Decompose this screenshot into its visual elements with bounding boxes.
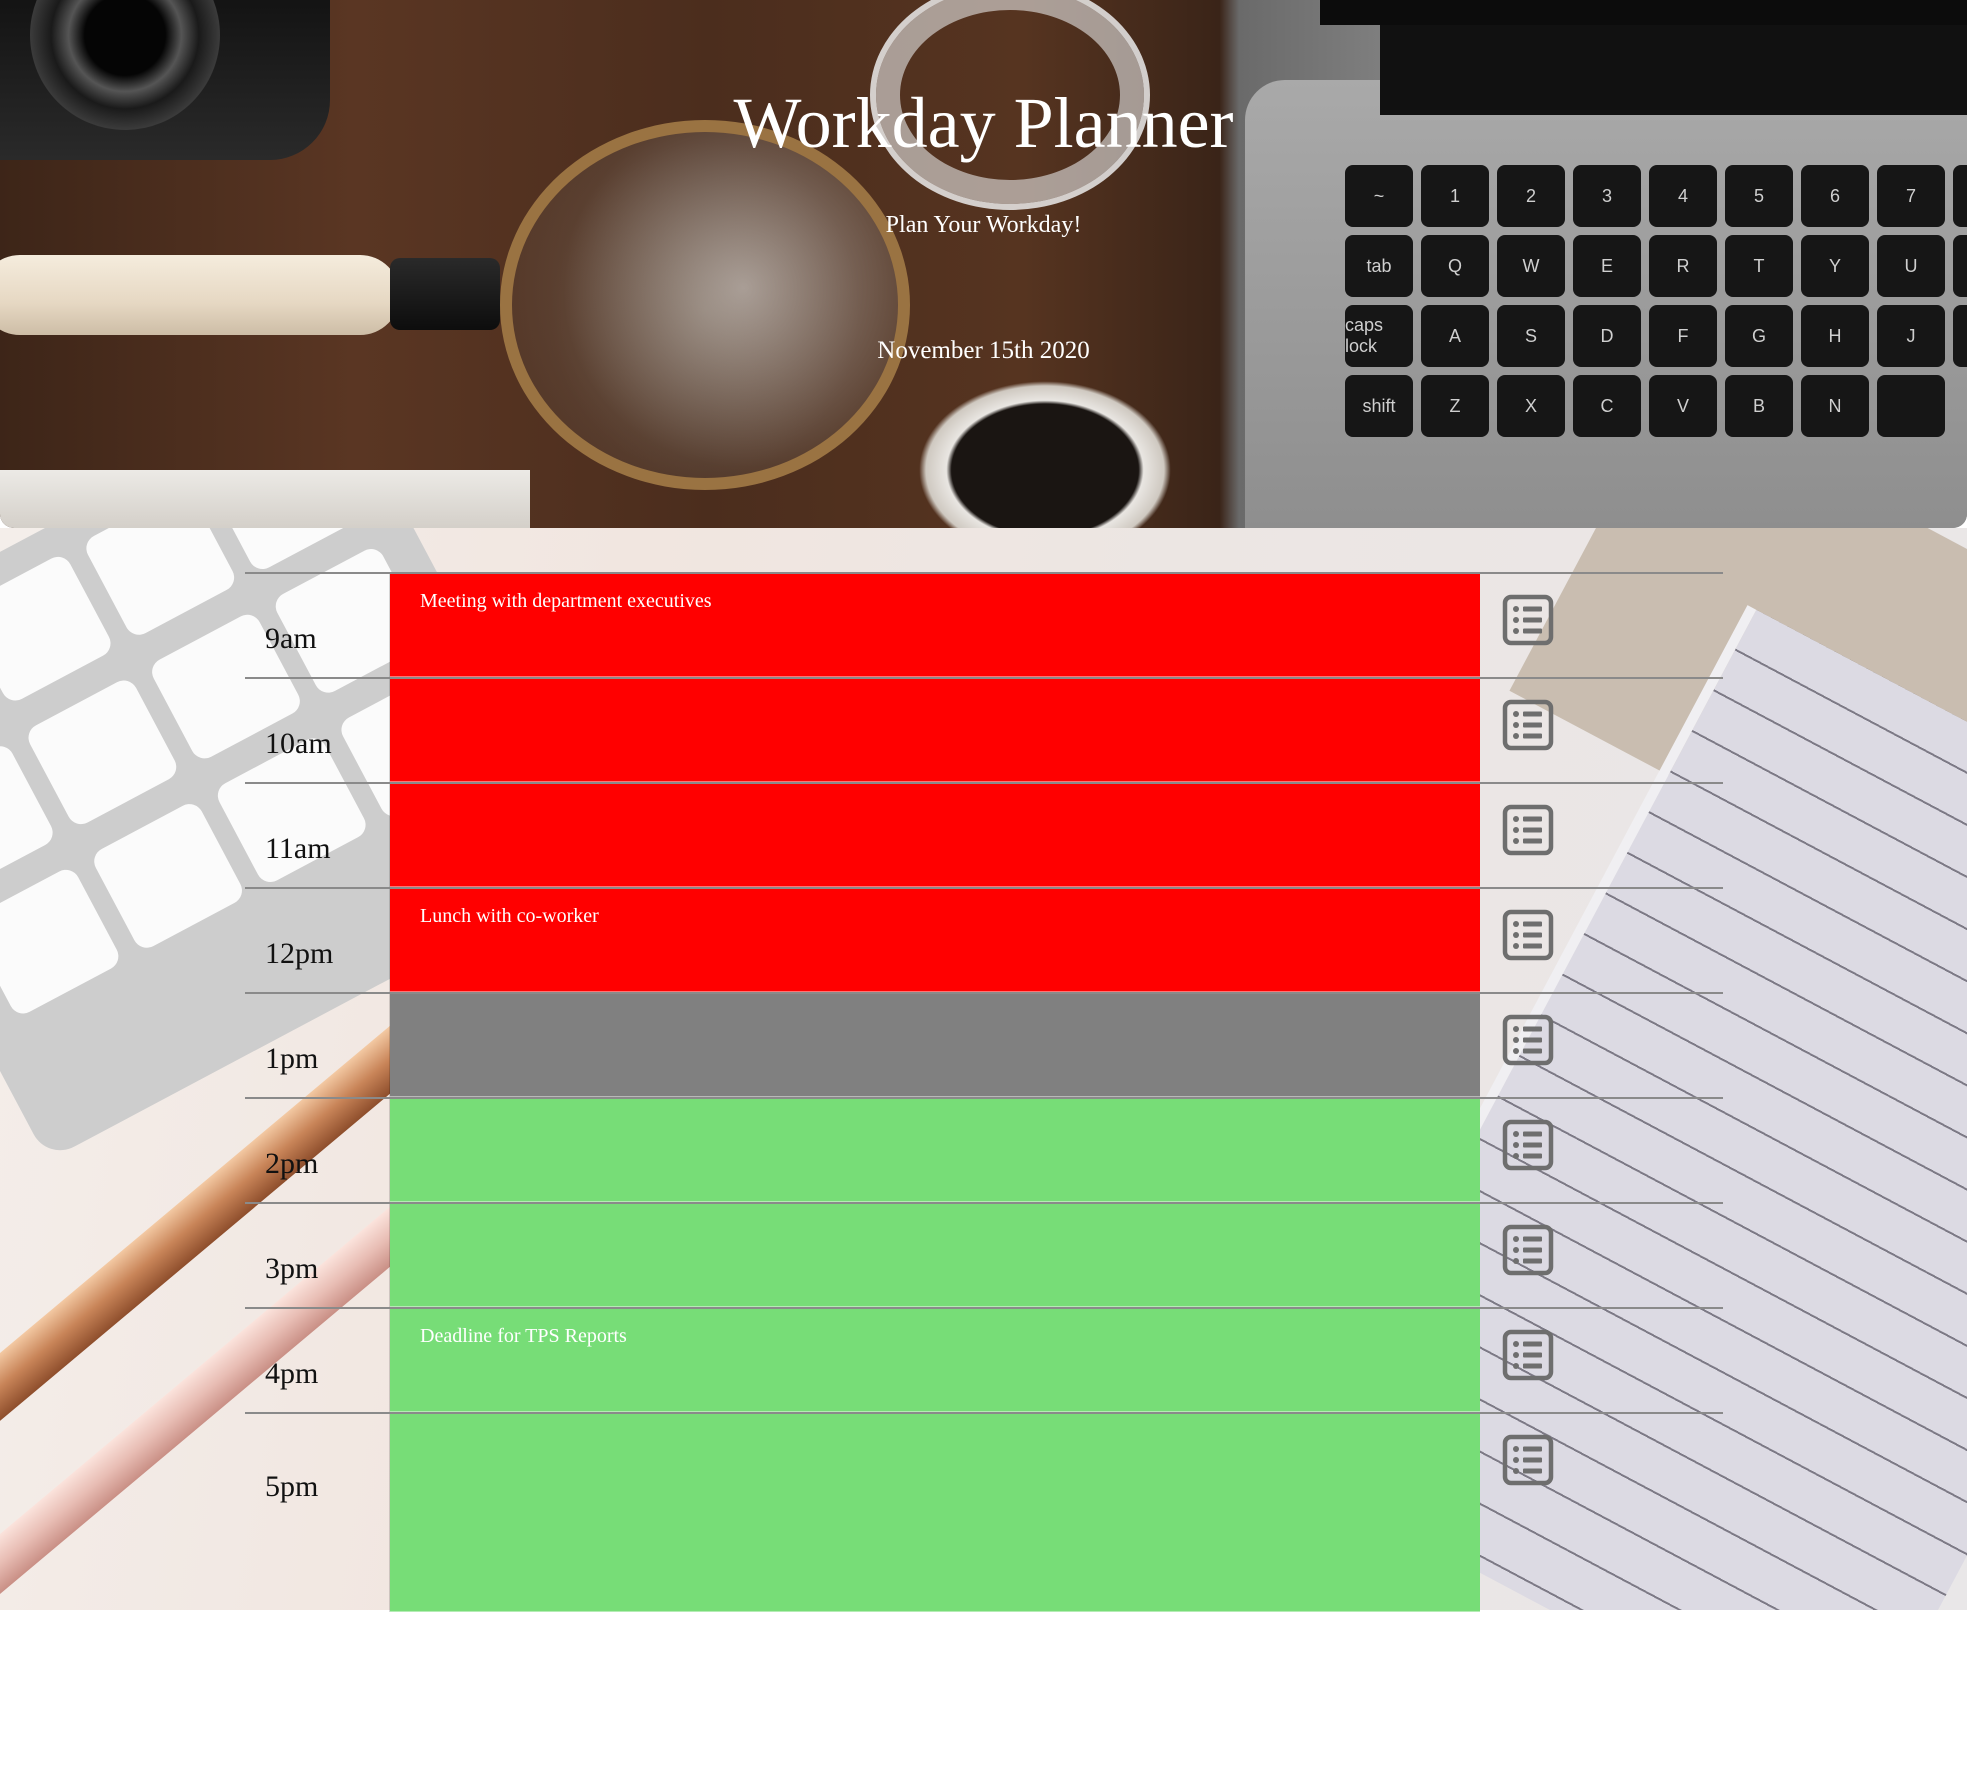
- laptop-screen-image: [1320, 0, 1967, 25]
- laptop-key: X: [1497, 375, 1565, 437]
- hour-label: 10am: [245, 679, 390, 782]
- hour-label: 12pm: [245, 889, 390, 992]
- time-block-row: 9am Meeting with department executives: [245, 572, 1723, 677]
- list-icon[interactable]: [1502, 1014, 1554, 1066]
- hour-label: 1pm: [245, 994, 390, 1097]
- laptop-key: U: [1877, 235, 1945, 297]
- time-block-list: 9am Meeting with department executives 10…: [245, 572, 1723, 1612]
- save-button[interactable]: [1480, 1099, 1723, 1202]
- event-description-input[interactable]: [390, 1414, 1480, 1612]
- notebook-image: [0, 470, 530, 528]
- laptop-key: tab: [1345, 235, 1413, 297]
- event-description-input[interactable]: Deadline for TPS Reports: [390, 1309, 1480, 1412]
- time-block-row: 12pm Lunch with co-worker: [245, 887, 1723, 992]
- hour-label: 3pm: [245, 1204, 390, 1307]
- list-icon[interactable]: [1502, 804, 1554, 856]
- laptop-key: N: [1801, 375, 1869, 437]
- laptop-key: B: [1725, 375, 1793, 437]
- save-button[interactable]: [1480, 1204, 1723, 1307]
- laptop-key: [1877, 375, 1945, 437]
- list-icon[interactable]: [1502, 594, 1554, 646]
- save-button[interactable]: [1480, 1309, 1723, 1412]
- event-description-input[interactable]: Meeting with department executives: [390, 574, 1480, 677]
- list-icon[interactable]: [1502, 1434, 1554, 1486]
- list-icon[interactable]: [1502, 1224, 1554, 1276]
- hour-label: 9am: [245, 574, 390, 677]
- list-icon[interactable]: [1502, 1329, 1554, 1381]
- list-icon[interactable]: [1502, 909, 1554, 961]
- laptop-key: T: [1725, 235, 1793, 297]
- save-button[interactable]: [1480, 889, 1723, 992]
- event-description-input[interactable]: [390, 1204, 1480, 1307]
- time-block-row: 2pm: [245, 1097, 1723, 1202]
- laptop-key: [1953, 235, 1967, 297]
- page-subtitle: Plan Your Workday!: [885, 212, 1082, 238]
- time-block-row: 1pm: [245, 992, 1723, 1097]
- hour-label: 5pm: [245, 1414, 390, 1612]
- save-button[interactable]: [1480, 679, 1723, 782]
- save-button[interactable]: [1480, 574, 1723, 677]
- time-block-row: 10am: [245, 677, 1723, 782]
- event-description-input[interactable]: [390, 784, 1480, 887]
- laptop-key: Z: [1421, 375, 1489, 437]
- save-button[interactable]: [1480, 994, 1723, 1097]
- laptop-key: R: [1649, 235, 1717, 297]
- laptop-keyboard-image: ~1 2 3 4 5 6 7 tab Q W E R T Y Ucaps lock A S D F G H Jshift Z…: [1345, 165, 1967, 437]
- laptop-key: Y: [1801, 235, 1869, 297]
- laptop-key: W: [1497, 235, 1565, 297]
- event-description-input[interactable]: Lunch with co-worker: [390, 889, 1480, 992]
- save-button[interactable]: [1480, 1414, 1723, 1612]
- laptop-key: V: [1649, 375, 1717, 437]
- hour-label: 2pm: [245, 1099, 390, 1202]
- jumbotron-header: ~1 2 3 4 5 6 7 tab Q W E R T Y Ucaps lock A S D F G H Jshift Z…: [0, 0, 1967, 528]
- event-description-input[interactable]: [390, 679, 1480, 782]
- event-description-input[interactable]: [390, 994, 1480, 1097]
- save-button[interactable]: [1480, 784, 1723, 887]
- page-title: Workday Planner: [733, 83, 1234, 163]
- laptop-key: E: [1573, 235, 1641, 297]
- time-block-row: 11am: [245, 782, 1723, 887]
- magnifier-collar-image: [390, 258, 500, 330]
- hour-label: 11am: [245, 784, 390, 887]
- hour-label: 4pm: [245, 1309, 390, 1412]
- laptop-key: shift: [1345, 375, 1413, 437]
- list-icon[interactable]: [1502, 699, 1554, 751]
- current-date: November 15th 2020: [877, 337, 1090, 364]
- magnifier-handle-image: [0, 255, 400, 335]
- laptop-key: C: [1573, 375, 1641, 437]
- time-block-row: 5pm: [245, 1412, 1723, 1612]
- time-block-row: 3pm: [245, 1202, 1723, 1307]
- laptop-key: Q: [1421, 235, 1489, 297]
- time-block-row: 4pm Deadline for TPS Reports: [245, 1307, 1723, 1412]
- magnifying-glass-image: [500, 120, 910, 490]
- list-icon[interactable]: [1502, 1119, 1554, 1171]
- event-description-input[interactable]: [390, 1099, 1480, 1202]
